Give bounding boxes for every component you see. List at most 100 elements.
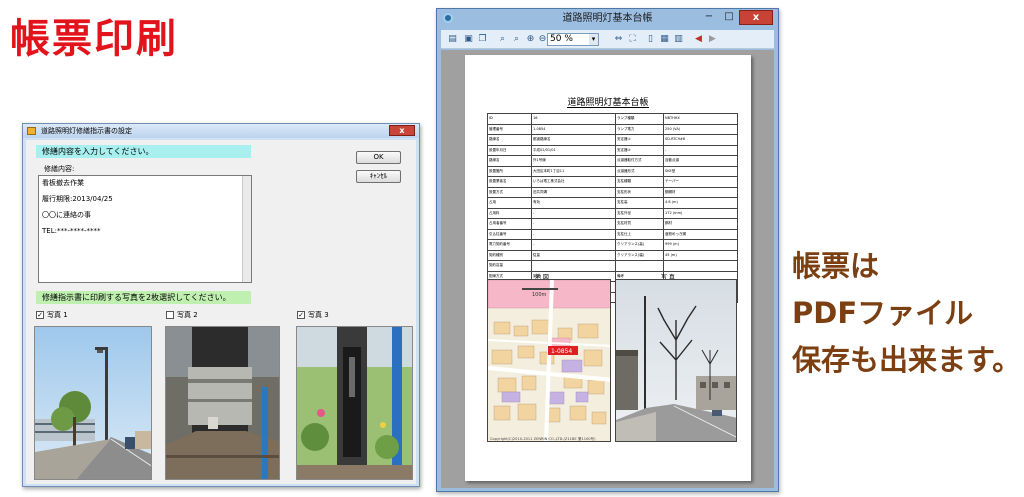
ledger-cell: 占用	[487, 197, 532, 209]
dialog-body: 修繕内容を入力してください。 修繕内容: 看板撤去作業 履行期限:2013/04…	[26, 140, 416, 484]
ledger-cell	[663, 260, 738, 272]
checkbox-mark: ✓	[297, 311, 305, 319]
memo-line: 履行期限:2013/04/25	[42, 195, 113, 203]
ledger-cell: 管理番号	[487, 123, 532, 135]
ledger-cell: 占用者番号	[487, 218, 532, 230]
photo-3-checkbox[interactable]: ✓ 写真 3	[297, 310, 329, 320]
title-underline	[567, 107, 649, 108]
ledger-cell: クリアランス(高)	[615, 239, 664, 251]
ledger-cell	[615, 260, 664, 272]
viewer-title: 道路照明灯基本台帳	[562, 13, 653, 24]
ledger-cell: 支柱高	[615, 197, 664, 209]
copy-icon[interactable]: ❐	[477, 34, 488, 45]
viewer-titlebar: 道路照明灯基本台帳 − □ x	[437, 9, 778, 29]
ledger-cell: 安定器②	[615, 144, 664, 156]
zoom-in-icon[interactable]: ⊕	[525, 34, 536, 45]
map-copyright: Copyright(C)2010-2011 ZENRIN CO.,LTD.(Z1…	[490, 436, 596, 441]
ledger-cell: 亜鉛めっき鋼	[663, 228, 738, 240]
ledger-cell: 支柱仕上	[615, 228, 664, 240]
ledger-cell: -	[663, 144, 738, 156]
close-button[interactable]: x	[739, 10, 773, 25]
ledger-cell: 契約容量	[487, 260, 532, 272]
next-page-icon[interactable]: ▶	[707, 34, 718, 45]
window-controls: − □ x	[699, 10, 773, 27]
minimize-button[interactable]: −	[699, 10, 719, 25]
ledger-cell: 引込柱番号	[487, 228, 532, 240]
repair-content-label: 修繕内容:	[44, 165, 75, 173]
ledger-cell: 設置箇所	[487, 165, 532, 177]
ledger-cell: 設置業者名	[487, 176, 532, 188]
ledger-cell: 契約種別	[487, 249, 532, 261]
ledger-cell: 安定器①	[615, 134, 664, 146]
repair-instruction-dialog: 道路照明灯修繕指示書の設定 x 修繕内容を入力してください。 修繕内容: 看板撤…	[22, 123, 420, 487]
ledger-cell: 支柱形状	[615, 186, 664, 198]
ledger-row: 設置年月日 平成02/01/01 安定器② -	[487, 144, 738, 156]
ledger-cell: 45 (m)	[663, 249, 738, 261]
ledger-cell: 鋼鋼材	[663, 186, 738, 198]
ledger-cell: 支柱材質	[615, 218, 664, 230]
memo-line: 看板撤去作業	[42, 179, 84, 187]
pdf-viewer-window: 道路照明灯基本台帳 − □ x ▤ ▣ ❐ ⌕ ⌕ ⊕ ⊖ 50 % ▾ ⇔ ⛶…	[436, 8, 779, 492]
ledger-row: 路線名 都道路線名 安定器① SD-RTC9#8	[487, 134, 738, 146]
ledger-cell: 路線名	[487, 155, 532, 167]
dialog-close-button[interactable]: x	[389, 125, 415, 136]
ledger-cell: SKE型	[663, 165, 738, 177]
caption-line-1: 帳票は	[792, 249, 880, 283]
ledger-row: 設置方式 旧共同溝 支柱形状 鋼鋼材	[487, 186, 738, 198]
ledger-cell: 設置年月日	[487, 144, 532, 156]
find-next-icon[interactable]: ⌕	[511, 34, 522, 45]
checkbox-mark	[166, 311, 174, 319]
ledger-cell: -	[531, 218, 616, 230]
photo-2-checkbox[interactable]: 写真 2	[166, 310, 198, 320]
single-page-icon[interactable]: ▯	[645, 34, 656, 45]
map-scale-label: 100m	[532, 292, 547, 298]
ledger-row: 占用者番号 - 支柱材質 鋼材	[487, 218, 738, 230]
prev-page-icon[interactable]: ◀	[693, 34, 704, 45]
photo-1-checkbox[interactable]: ✓ 写真 1	[36, 310, 68, 320]
photo-1-label: 写真 1	[47, 311, 68, 319]
photo-3-image[interactable]	[296, 326, 413, 480]
photo-3-label: 写真 3	[308, 311, 329, 319]
ledger-cell: 支柱種類	[615, 176, 664, 188]
ledger-cell: 鋼材	[663, 218, 738, 230]
maximize-button[interactable]: □	[719, 10, 739, 25]
map-pin-label: 1-0854	[551, 348, 572, 355]
app-icon	[27, 127, 36, 135]
ledger-cell: 999 (m)	[663, 239, 738, 251]
photo-2-image[interactable]	[165, 326, 280, 480]
fit-width-icon[interactable]: ⇔	[613, 34, 624, 45]
print-icon[interactable]: ▣	[463, 34, 474, 45]
dialog-title: 道路照明灯修繕指示書の設定	[41, 127, 132, 135]
ledger-cell: ランプ種類	[615, 113, 664, 125]
memo-scrollbar[interactable]	[242, 176, 251, 282]
ledger-cell: ID	[487, 113, 532, 125]
chevron-down-icon[interactable]: ▾	[589, 34, 598, 45]
document-area[interactable]: 道路照明灯基本台帳 ID 16 ランプ種類 NBTHHX 管理番号 1-0854 ランプ電力…	[441, 50, 774, 488]
ok-button[interactable]: OK	[356, 151, 401, 164]
zoom-input[interactable]: 50 % ▾	[547, 33, 599, 46]
ledger-cell: 支柱外径	[615, 207, 664, 219]
ledger-row: 契約容量	[487, 260, 738, 272]
ledger-cell: クリアランス(幅)	[615, 249, 664, 261]
pdf-page: 道路照明灯基本台帳 ID 16 ランプ種類 NBTHHX 管理番号 1-0854 ランプ電力…	[465, 55, 751, 481]
location-map: 100m 1-0854 Copyright(C)2010-2011 ZENRIN…	[487, 279, 611, 442]
fit-page-icon[interactable]: ⛶	[627, 34, 638, 45]
find-icon[interactable]: ⌕	[497, 34, 508, 45]
cancel-button[interactable]: ｷｬﾝｾﾙ	[356, 170, 401, 183]
ledger-cell: テーパー	[663, 176, 738, 188]
ledger-cell	[531, 260, 616, 272]
ledger-row: ID 16 ランプ種類 NBTHHX	[487, 113, 738, 125]
ledger-cell: NBTHHX	[663, 113, 738, 125]
street-photo	[615, 279, 737, 442]
photo-1-image[interactable]	[34, 326, 152, 480]
repair-content-textarea[interactable]: 看板撤去作業 履行期限:2013/04/25 〇〇に連絡の事 TEL:***-*…	[38, 175, 252, 283]
save-icon[interactable]: ▤	[447, 34, 458, 45]
ledger-cell: 外1号線	[531, 155, 616, 167]
photo-select-instruction: 修繕指示書に印刷する写真を2枚選択してください。	[36, 291, 251, 304]
ledger-cell: 4.6 (m)	[663, 197, 738, 209]
thumbnail-icon[interactable]: ▥	[673, 34, 684, 45]
continuous-page-icon[interactable]: ▦	[659, 34, 670, 45]
ledger-cell: 大田区本町1丁目11	[531, 165, 616, 177]
ledger-cell: 点滅器形式	[615, 165, 664, 177]
viewer-toolbar: ▤ ▣ ❐ ⌕ ⌕ ⊕ ⊖ 50 % ▾ ⇔ ⛶ ▯ ▦ ▥ ◀ ▶	[441, 30, 774, 49]
